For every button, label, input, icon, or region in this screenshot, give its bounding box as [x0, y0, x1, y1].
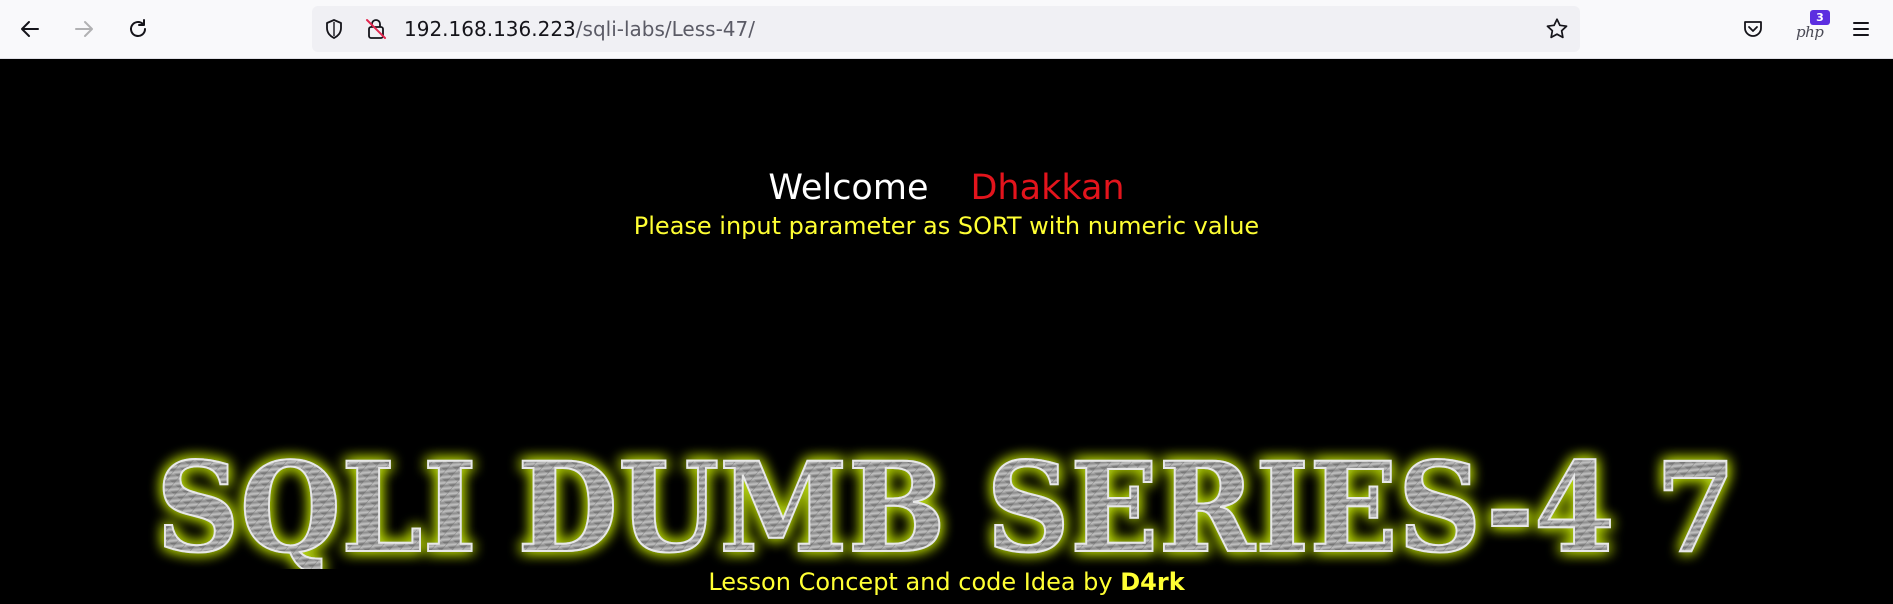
pocket-button[interactable]	[1737, 13, 1769, 45]
url-path: /sqli-labs/Less-47/	[575, 17, 755, 41]
extension-badge-count: 3	[1810, 10, 1830, 25]
page-content: Welcome Dhakkan Please input parameter as…	[0, 59, 1893, 604]
address-bar[interactable]: 192.168.136.223/sqli-labs/Less-47/	[312, 6, 1580, 52]
url-host: 192.168.136.223	[404, 17, 576, 41]
insecure-lock-icon[interactable]	[364, 17, 388, 45]
instructions-text: Please input parameter as SORT with nume…	[633, 212, 1260, 240]
shield-icon[interactable]	[322, 17, 346, 45]
browser-toolbar: 192.168.136.223/sqli-labs/Less-47/ php 3	[0, 0, 1893, 59]
url-text[interactable]: 192.168.136.223/sqli-labs/Less-47/	[404, 17, 755, 41]
lesson-author: D4rk	[1120, 568, 1185, 596]
forward-arrow-icon	[75, 21, 93, 37]
reload-icon	[130, 19, 146, 37]
lesson-credit: Lesson Concept and code Idea by D4rk	[0, 566, 1893, 598]
back-arrow-icon	[21, 21, 39, 37]
pocket-icon	[1744, 21, 1762, 37]
banner-text: SQLI DUMB SERIES-4 7	[156, 436, 1736, 569]
back-button[interactable]	[14, 13, 46, 45]
reload-button[interactable]	[122, 13, 154, 45]
welcome-text: Welcome	[768, 168, 929, 208]
php-extension-label: php	[1796, 23, 1824, 41]
forward-button[interactable]	[68, 13, 100, 45]
sqli-dumb-series-banner: SQLI DUMB SERIES-4 7	[155, 435, 1737, 569]
user-name: Dhakkan	[970, 168, 1125, 208]
lesson-prefix: Lesson Concept and code Idea by	[708, 568, 1121, 596]
hamburger-menu-icon	[1853, 22, 1869, 36]
welcome-line: Welcome Dhakkan	[0, 167, 1893, 209]
menu-button[interactable]	[1845, 13, 1877, 45]
bookmark-star-icon[interactable]	[1544, 16, 1570, 46]
php-extension-icon[interactable]: php 3	[1796, 10, 1830, 41]
